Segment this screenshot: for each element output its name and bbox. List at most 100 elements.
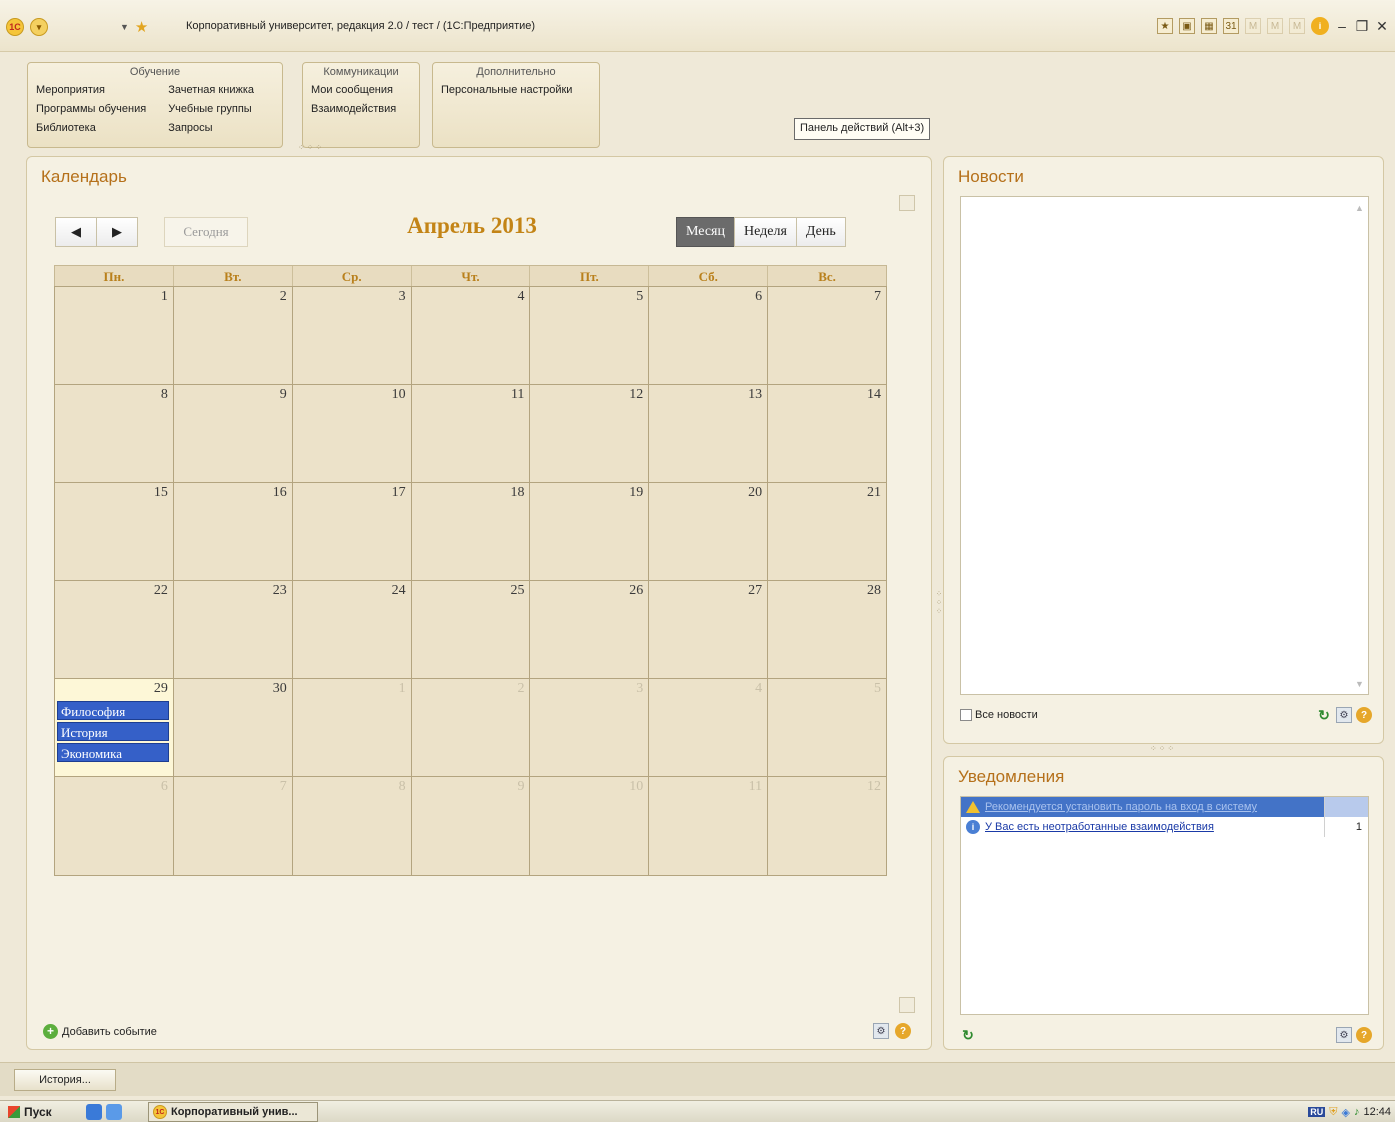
- restore-button[interactable]: ❐: [1355, 18, 1369, 35]
- taskbar-app-button[interactable]: 1С Корпоративный унив...: [148, 1102, 318, 1122]
- history-button[interactable]: История...: [14, 1069, 116, 1091]
- calendar-event[interactable]: Философия: [57, 701, 169, 720]
- link-training-programs[interactable]: Программы обучения: [36, 100, 146, 119]
- all-news-checkbox[interactable]: [960, 709, 972, 721]
- calendar-day-cell[interactable]: 28: [768, 581, 887, 678]
- calendar-day-cell[interactable]: 15: [55, 483, 174, 580]
- start-button[interactable]: Пуск: [2, 1103, 58, 1121]
- settings-icon[interactable]: ⚙: [1336, 1027, 1352, 1043]
- calendar-event[interactable]: Экономика: [57, 743, 169, 762]
- calendar-day-cell[interactable]: 7: [173, 777, 293, 875]
- link-library[interactable]: Библиотека: [36, 119, 146, 138]
- calendar-day-cell[interactable]: 9: [173, 385, 293, 482]
- sound-icon[interactable]: ♪: [1354, 1106, 1360, 1118]
- settings-icon[interactable]: ⚙: [873, 1023, 889, 1039]
- calendar-day-cell[interactable]: 14: [768, 385, 887, 482]
- minimize-button[interactable]: –: [1335, 18, 1349, 34]
- calendar-day-cell[interactable]: 5: [530, 287, 650, 384]
- settings-icon[interactable]: ⚙: [1336, 707, 1352, 723]
- calendar-day-cell[interactable]: 24: [292, 581, 412, 678]
- view-tab-month[interactable]: Месяц: [676, 217, 735, 247]
- notification-link[interactable]: Рекомендуется установить пароль на вход …: [985, 801, 1257, 813]
- main-menu-icon[interactable]: ▾: [30, 18, 48, 36]
- history-icon[interactable]: ▣: [1179, 18, 1195, 34]
- browser-icon[interactable]: [86, 1104, 102, 1120]
- notification-row[interactable]: Рекомендуется установить пароль на вход …: [961, 797, 1368, 817]
- splitter-handle[interactable]: ⁘⁘⁘: [298, 143, 324, 152]
- calendar-day-cell[interactable]: 10: [292, 385, 412, 482]
- desktop-icon[interactable]: [106, 1104, 122, 1120]
- calendar-day-cell[interactable]: 2: [173, 287, 293, 384]
- language-indicator[interactable]: RU: [1308, 1107, 1326, 1117]
- calendar-day-cell[interactable]: 26: [530, 581, 650, 678]
- today-button[interactable]: Сегодня: [164, 217, 248, 247]
- info-menu-icon[interactable]: i: [1311, 17, 1329, 35]
- all-news-toggle[interactable]: Все новости: [960, 709, 1038, 721]
- next-month-button[interactable]: ▶: [96, 217, 138, 247]
- calendar-day-cell[interactable]: 6: [649, 287, 769, 384]
- calendar-day-cell[interactable]: 12: [768, 777, 887, 875]
- calendar-day-cell[interactable]: 21: [768, 483, 887, 580]
- notification-row[interactable]: i У Вас есть неотработанные взаимодейств…: [961, 817, 1368, 837]
- notification-link[interactable]: У Вас есть неотработанные взаимодействия: [985, 821, 1214, 833]
- refresh-icon[interactable]: ↻: [1316, 707, 1332, 723]
- calendar-day-cell[interactable]: 1: [292, 679, 412, 776]
- help-icon[interactable]: ?: [1356, 707, 1372, 723]
- dropdown-arrow-icon[interactable]: ▼: [120, 22, 129, 32]
- vertical-splitter-handle[interactable]: ⁘⁘⁘: [934, 590, 943, 616]
- calendar-day-cell[interactable]: 1: [55, 287, 174, 384]
- link-personal-settings[interactable]: Персональные настройки: [441, 81, 591, 100]
- calendar-day-cell[interactable]: 7: [768, 287, 887, 384]
- calendar-icon[interactable]: 31: [1223, 18, 1239, 34]
- add-event-button[interactable]: + Добавить событие: [43, 1024, 157, 1039]
- calendar-day-cell[interactable]: 29 Философия История Экономика: [55, 679, 174, 776]
- favorites-star-icon[interactable]: ★: [135, 18, 148, 36]
- calendar-day-cell[interactable]: 8: [292, 777, 412, 875]
- link-requests[interactable]: Запросы: [168, 119, 254, 138]
- calendar-day-cell[interactable]: 8: [55, 385, 174, 482]
- view-tab-day[interactable]: День: [795, 217, 846, 247]
- help-icon[interactable]: ?: [1356, 1027, 1372, 1043]
- calendar-day-cell[interactable]: 30: [173, 679, 293, 776]
- network-icon[interactable]: ◈: [1342, 1106, 1350, 1119]
- calendar-bottom-square[interactable]: [899, 997, 915, 1013]
- calendar-day-cell[interactable]: 22: [55, 581, 174, 678]
- calendar-day-cell[interactable]: 18: [411, 483, 531, 580]
- calendar-day-cell[interactable]: 23: [173, 581, 293, 678]
- calendar-settings-square[interactable]: [899, 195, 915, 211]
- calendar-day-cell[interactable]: 6: [55, 777, 174, 875]
- link-study-groups[interactable]: Учебные группы: [168, 100, 254, 119]
- calendar-day-cell[interactable]: 19: [530, 483, 650, 580]
- prev-month-button[interactable]: ◀: [55, 217, 97, 247]
- calendar-day-cell[interactable]: 16: [173, 483, 293, 580]
- link-interactions[interactable]: Взаимодействия: [311, 100, 411, 119]
- close-button[interactable]: ✕: [1375, 18, 1389, 35]
- calendar-day-cell[interactable]: 3: [530, 679, 650, 776]
- calendar-day-cell[interactable]: 10: [530, 777, 650, 875]
- calendar-day-cell[interactable]: 13: [649, 385, 769, 482]
- refresh-icon[interactable]: ↻: [960, 1027, 976, 1043]
- calendar-day-cell[interactable]: 4: [411, 287, 531, 384]
- security-shield-icon[interactable]: ⛨: [1329, 1106, 1337, 1119]
- news-list[interactable]: ▲ ▼: [960, 196, 1369, 695]
- scroll-up-icon[interactable]: ▲: [1355, 203, 1364, 213]
- calendar-day-cell[interactable]: 27: [649, 581, 769, 678]
- calendar-day-cell[interactable]: 3: [292, 287, 412, 384]
- calendar-day-cell[interactable]: 11: [649, 777, 769, 875]
- link-events[interactable]: Мероприятия: [36, 81, 146, 100]
- favorites-add-icon[interactable]: ★: [1157, 18, 1173, 34]
- calendar-day-cell[interactable]: 25: [411, 581, 531, 678]
- calendar-event[interactable]: История: [57, 722, 169, 741]
- view-tab-week[interactable]: Неделя: [733, 217, 797, 247]
- app-logo-icon[interactable]: 1С: [6, 18, 24, 36]
- calendar-day-cell[interactable]: 5: [768, 679, 887, 776]
- calendar-day-cell[interactable]: 4: [649, 679, 769, 776]
- link-record-book[interactable]: Зачетная книжка: [168, 81, 254, 100]
- scroll-down-icon[interactable]: ▼: [1355, 679, 1364, 689]
- calendar-day-cell[interactable]: 2: [411, 679, 531, 776]
- calendar-day-cell[interactable]: 20: [649, 483, 769, 580]
- calendar-day-cell[interactable]: 12: [530, 385, 650, 482]
- calculator-icon[interactable]: ▦: [1201, 18, 1217, 34]
- calendar-day-cell[interactable]: 17: [292, 483, 412, 580]
- help-icon[interactable]: ?: [895, 1023, 911, 1039]
